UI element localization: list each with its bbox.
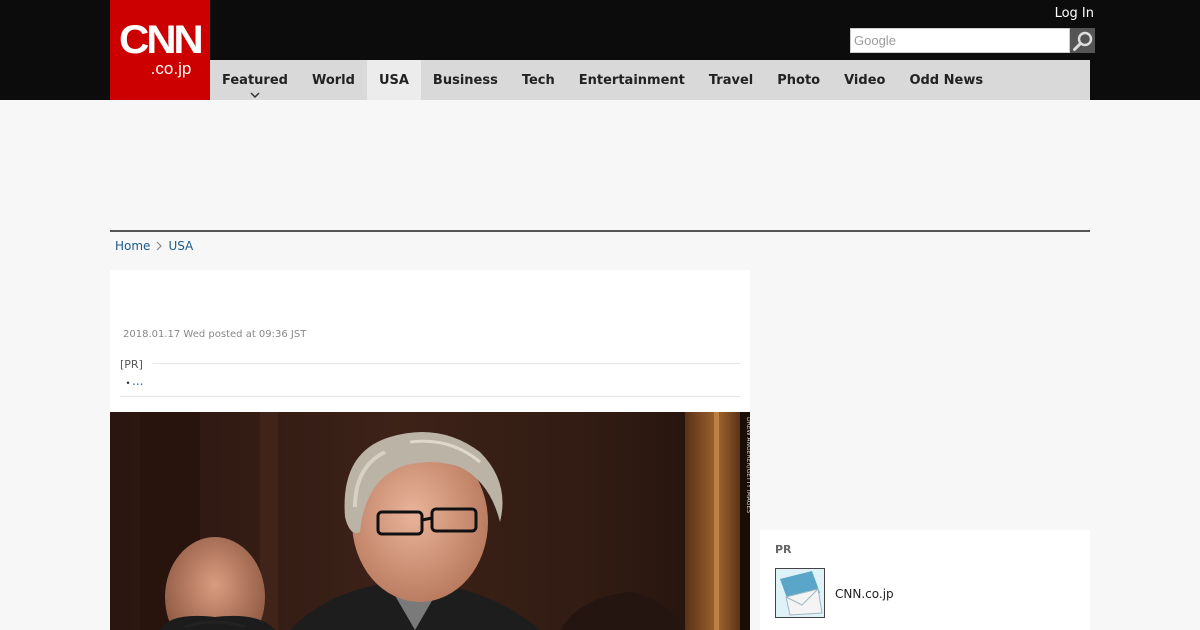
login-link[interactable]: Log In <box>1055 6 1094 21</box>
nav-item-label: Business <box>432 72 498 88</box>
nav-item-tech[interactable]: Tech <box>510 60 567 100</box>
nav-item-world[interactable]: World <box>300 60 367 100</box>
nav-item-label: Photo <box>777 72 821 88</box>
nav-item-label: Odd News <box>909 72 984 88</box>
nav-item-label: Travel <box>708 72 754 88</box>
search-form <box>850 28 1095 53</box>
nav-item-label: Entertainment <box>578 72 685 88</box>
pr-divider-top <box>153 363 740 364</box>
section-divider <box>110 230 1090 232</box>
nav-item-usa[interactable]: USA <box>366 60 421 100</box>
nav-item-business[interactable]: Business <box>421 60 510 100</box>
nav-item-odd-news[interactable]: Odd News <box>897 60 995 100</box>
svg-text:DREW ANGERER/GETTY IMAGES: DREW ANGERER/GETTY IMAGES <box>745 417 750 513</box>
pr-box-title: PR <box>775 543 792 556</box>
main-nav: Featured World USA Business Tech Enterta… <box>210 60 1090 100</box>
article-photo: DREW ANGERER/GETTY IMAGES <box>110 412 750 630</box>
chevron-down-icon <box>250 92 260 98</box>
pr-thumbnail[interactable] <box>775 568 825 618</box>
logo-wordmark: CNN <box>119 18 204 62</box>
nav-item-label: Video <box>844 72 886 88</box>
nav-item-label: Tech <box>521 72 555 88</box>
nav-item-travel[interactable]: Travel <box>697 60 765 100</box>
sidebar-pr-box: PR CNN.co.jp <box>760 530 1090 630</box>
nav-item-featured[interactable]: Featured <box>210 60 300 100</box>
chevron-right-icon <box>156 241 163 251</box>
pr-item-link[interactable]: CNN.co.jp <box>835 587 894 601</box>
pr-label: [PR] <box>120 358 143 371</box>
nav-item-label: USA <box>378 72 409 88</box>
breadcrumb: Home USA <box>115 238 193 254</box>
mail-icon <box>776 569 824 617</box>
nav-item-label: World <box>311 72 355 88</box>
post-timestamp: 2018.01.17 Wed posted at 09:36 JST <box>123 329 307 340</box>
sidebar-ad-space <box>760 270 1090 520</box>
site-header: CNN .co.jp Log In Featured World USA Bus… <box>0 0 1200 100</box>
breadcrumb-usa-link[interactable]: USA <box>168 239 193 253</box>
logo-domain: .co.jp <box>150 59 192 78</box>
article-card: 2018.01.17 Wed posted at 09:36 JST [PR] … <box>110 270 750 630</box>
breadcrumb-home-link[interactable]: Home <box>115 239 150 253</box>
search-icon <box>1072 31 1092 51</box>
search-input[interactable] <box>850 28 1070 53</box>
nav-item-photo[interactable]: Photo <box>765 60 832 100</box>
nav-item-label: Featured <box>222 72 288 88</box>
nav-item-entertainment[interactable]: Entertainment <box>567 60 697 100</box>
banner-ad-space <box>110 100 1090 230</box>
site-logo[interactable]: CNN .co.jp <box>110 0 210 100</box>
search-button[interactable] <box>1070 28 1095 53</box>
pr-divider-bottom <box>120 396 740 397</box>
pr-link[interactable]: ... <box>132 374 143 388</box>
nav-item-video[interactable]: Video <box>832 60 897 100</box>
